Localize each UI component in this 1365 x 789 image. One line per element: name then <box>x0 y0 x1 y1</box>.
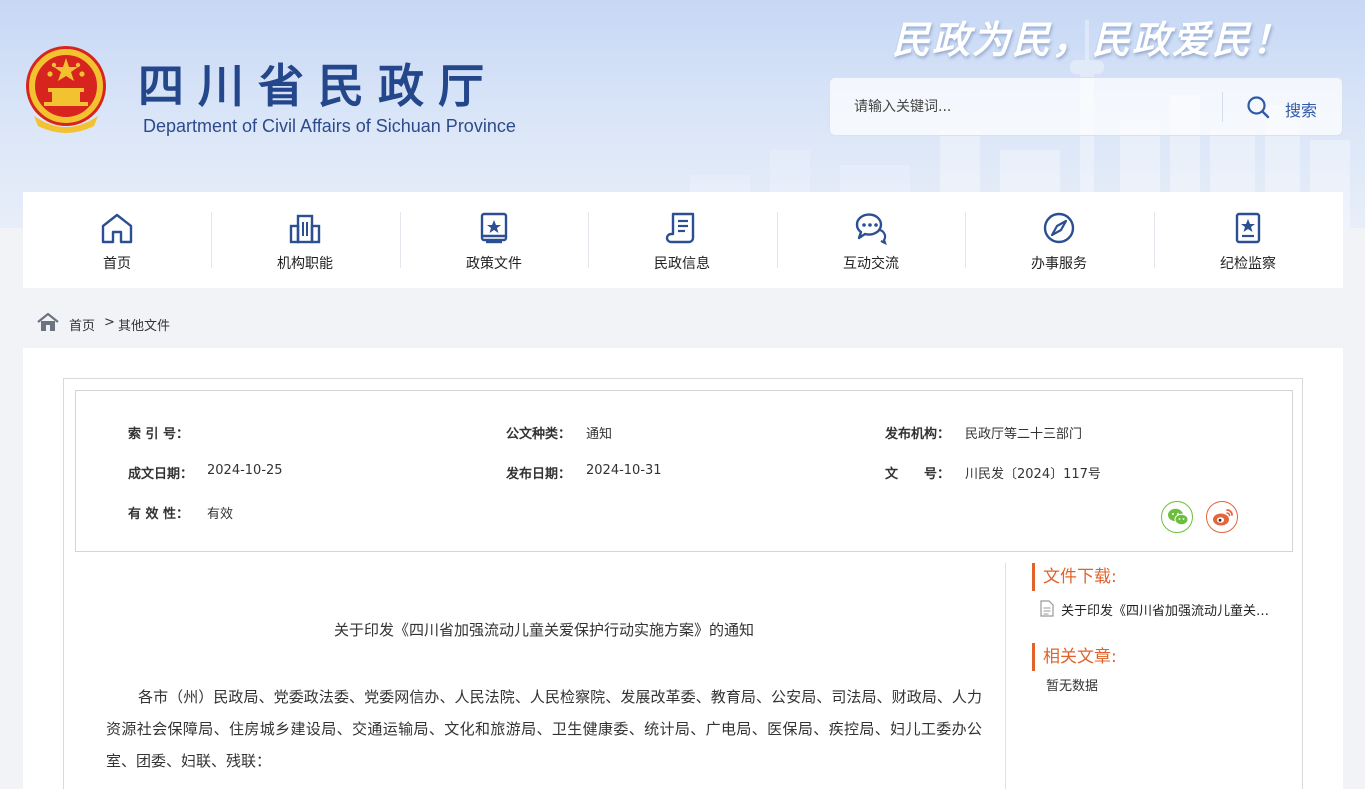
main-content: 索 引 号： 公文种类： 通知 发布机构： 民政厅等二十三部门 成文日期： 20… <box>23 348 1343 789</box>
meta-validity-value: 有效 <box>207 507 234 522</box>
download-file-name: 关于印发《四川省加强流动儿童关爱保护行动实施方案》的通知 <box>1061 604 1281 619</box>
home-icon <box>101 213 133 244</box>
policy-book-icon <box>480 212 508 244</box>
meta-type-label: 公文种类： <box>506 427 572 442</box>
nav-item-label: 办事服务 <box>1031 256 1087 272</box>
building-icon <box>289 214 321 244</box>
meta-publish-date-value: 2024-10-31 <box>586 463 662 478</box>
meta-validity-label: 有 效 性： <box>128 507 190 522</box>
search-input[interactable] <box>844 92 1214 122</box>
national-emblem-icon <box>26 46 106 133</box>
related-section-title: 相关文章: <box>1032 643 1117 671</box>
search-box: 搜索 <box>829 77 1343 136</box>
site-title: 四川省民政厅 <box>138 59 498 113</box>
compass-icon <box>1043 212 1075 244</box>
nav-item-label: 互动交流 <box>843 256 899 272</box>
document-title: 关于印发《四川省加强流动儿童关爱保护行动实施方案》的通知 <box>333 621 754 639</box>
meta-index-label: 索 引 号： <box>128 427 190 442</box>
nav-item-label: 政策文件 <box>466 256 522 272</box>
file-icon <box>1040 600 1054 617</box>
document-scroll-icon <box>665 212 695 244</box>
nav-item-label: 纪检监察 <box>1220 256 1276 272</box>
meta-written-date-value: 2024-10-25 <box>207 463 283 478</box>
meta-type-value: 通知 <box>586 427 613 442</box>
meta-written-date-label: 成文日期： <box>128 467 194 482</box>
download-section-title: 文件下载: <box>1032 563 1117 591</box>
nav-item-discipline[interactable]: 纪检监察 <box>1154 192 1342 288</box>
search-icon <box>1247 96 1270 119</box>
nav-item-label: 机构职能 <box>277 256 333 272</box>
weibo-icon <box>1213 509 1233 526</box>
breadcrumb-current: 其他文件 <box>118 319 171 334</box>
nav-item-services[interactable]: 办事服务 <box>965 192 1153 288</box>
nav-item-home[interactable]: 首页 <box>23 192 211 288</box>
meta-doc-number-value: 川民发〔2024〕117号 <box>965 467 1101 482</box>
site-subtitle: Department of Civil Affairs of Sichuan P… <box>143 116 516 136</box>
chat-bubbles-icon <box>855 213 887 246</box>
content-divider <box>1005 563 1006 789</box>
search-button[interactable]: 搜索 <box>1232 90 1336 124</box>
nav-item-info[interactable]: 民政信息 <box>588 192 776 288</box>
search-divider <box>1222 92 1223 122</box>
share-wechat-button[interactable] <box>1161 501 1193 533</box>
meta-issuer-label: 发布机构： <box>885 427 951 442</box>
breadcrumb-separator: > <box>104 315 115 330</box>
article-frame: 索 引 号： 公文种类： 通知 发布机构： 民政厅等二十三部门 成文日期： 20… <box>63 378 1303 789</box>
meta-publish-date-label: 发布日期： <box>506 467 572 482</box>
related-empty-text: 暂无数据 <box>1046 679 1099 694</box>
document-meta-box: 索 引 号： 公文种类： 通知 发布机构： 民政厅等二十三部门 成文日期： 20… <box>75 390 1293 552</box>
nav-item-policy[interactable]: 政策文件 <box>400 192 588 288</box>
nav-item-label: 民政信息 <box>654 256 710 272</box>
document-body: 各市（州）民政局、党委政法委、党委网信办、人民法院、人民检察院、发展改革委、教育… <box>106 688 982 770</box>
breadcrumb-home-link[interactable]: 首页 <box>69 315 95 334</box>
nav-item-interaction[interactable]: 互动交流 <box>777 192 965 288</box>
search-button-label: 搜索 <box>1285 101 1318 120</box>
download-file-link[interactable]: 关于印发《四川省加强流动儿童关爱保护行动实施方案》的通知 <box>1040 599 1290 619</box>
meta-issuer-value: 民政厅等二十三部门 <box>965 427 1083 442</box>
share-weibo-button[interactable] <box>1206 501 1238 533</box>
main-nav: 首页 机构职能 政策文件 民政信息 互动交流 办事服务 纪检监察 <box>23 192 1343 288</box>
nav-item-label: 首页 <box>103 256 131 272</box>
home-icon[interactable] <box>37 312 59 332</box>
meta-doc-number-label: 文 号： <box>885 467 951 482</box>
wechat-icon <box>1168 508 1189 526</box>
nav-item-institution[interactable]: 机构职能 <box>211 192 399 288</box>
slogan: 民政为民，民政爱民！ <box>892 17 1293 62</box>
badge-clipboard-icon <box>1235 212 1261 244</box>
